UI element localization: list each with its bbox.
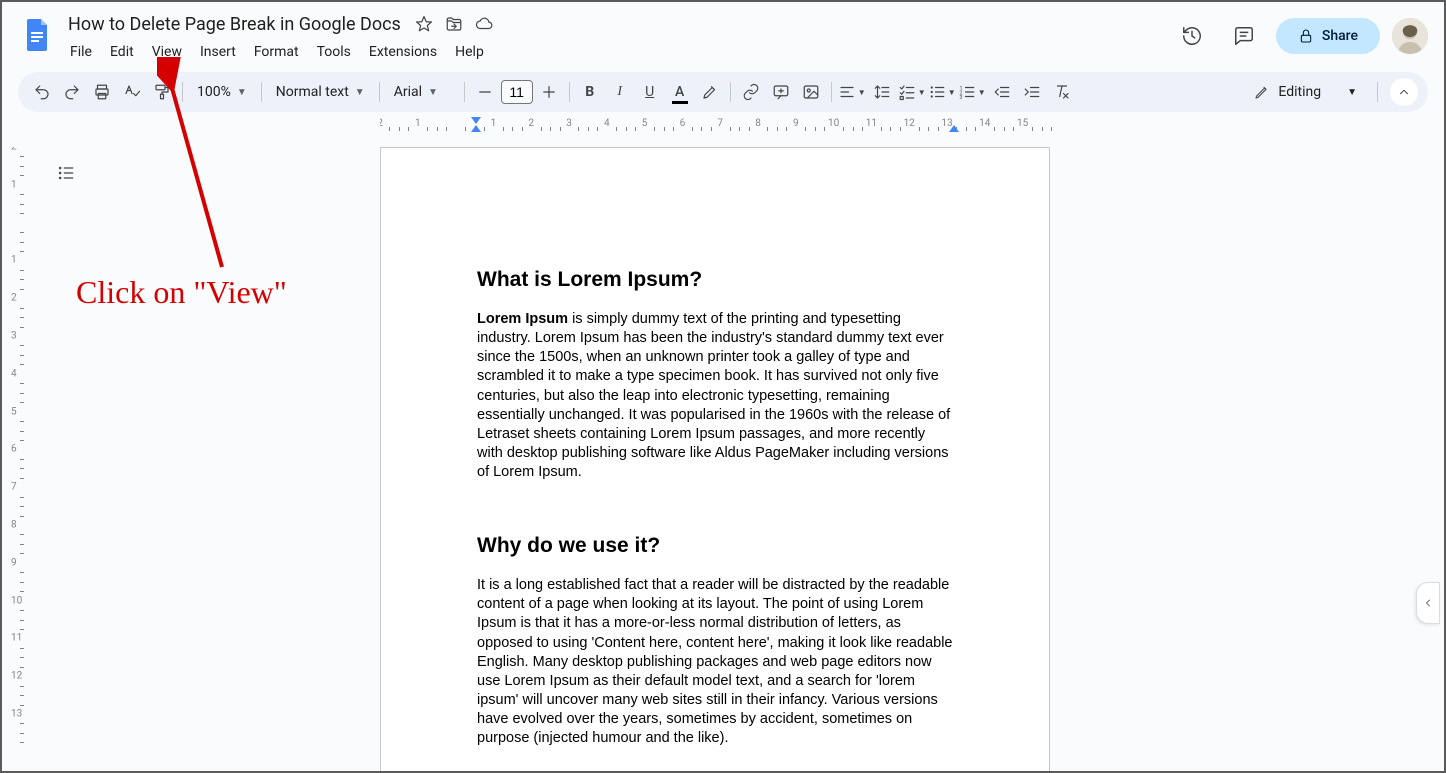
menu-file[interactable]: File [62,40,100,64]
font-size-input[interactable] [501,80,533,104]
annotation-text: Click on "View" [76,274,287,311]
numbered-list-button[interactable]: 123▼ [958,78,986,106]
spellcheck-button[interactable] [118,78,146,106]
highlight-button[interactable] [696,78,724,106]
history-icon[interactable] [1172,16,1212,56]
move-icon[interactable] [445,15,463,33]
zoom-select[interactable]: 100%▼ [189,78,255,106]
document-canvas[interactable]: What is Lorem Ipsum? Lorem Ipsum is simp… [32,137,1444,771]
font-select[interactable]: Arial▼ [386,78,458,106]
align-button[interactable]: ▼ [838,78,866,106]
pencil-icon [1254,84,1270,100]
heading-2[interactable]: Why do we use it? [477,534,953,558]
svg-text:3: 3 [959,95,962,101]
toolbar: 100%▼ Normal text▼ Arial▼ B I U A ▼ ▼ ▼ … [18,72,1428,112]
menu-insert[interactable]: Insert [192,40,244,64]
document-title[interactable]: How to Delete Page Break in Google Docs [62,12,407,37]
collapse-toolbar-button[interactable] [1390,78,1418,106]
lock-icon [1298,28,1314,44]
text-color-button[interactable]: A [666,78,694,106]
redo-button[interactable] [58,78,86,106]
horizontal-ruler[interactable]: 21123456789101112131415 [380,117,1424,137]
docs-logo[interactable] [18,14,58,54]
menu-bar: File Edit View Insert Format Tools Exten… [62,40,1172,64]
checklist-button[interactable]: ▼ [898,78,926,106]
bullet-list-button[interactable]: ▼ [928,78,956,106]
insert-image-button[interactable] [797,78,825,106]
star-icon[interactable] [415,15,433,33]
cloud-status-icon[interactable] [475,15,493,33]
paint-format-button[interactable] [148,78,176,106]
menu-tools[interactable]: Tools [309,40,359,64]
print-button[interactable] [88,78,116,106]
indent-decrease-button[interactable] [988,78,1016,106]
line-spacing-button[interactable] [868,78,896,106]
page[interactable]: What is Lorem Ipsum? Lorem Ipsum is simp… [380,147,1050,771]
share-label: Share [1322,28,1358,44]
comments-icon[interactable] [1224,16,1264,56]
paragraph-2[interactable]: It is a long established fact that a rea… [477,576,953,748]
show-outline-button[interactable] [50,157,82,189]
font-size-increase[interactable] [535,78,563,106]
paragraph-1[interactable]: Lorem Ipsum is simply dummy text of the … [477,310,953,482]
menu-extensions[interactable]: Extensions [361,40,445,64]
heading-1[interactable]: What is Lorem Ipsum? [477,268,953,292]
editing-mode-button[interactable]: Editing ▼ [1240,78,1371,106]
italic-button[interactable]: I [606,78,634,106]
insert-comment-button[interactable] [767,78,795,106]
underline-button[interactable]: U [636,78,664,106]
account-avatar[interactable] [1392,18,1428,54]
vertical-ruler[interactable]: 2112345678910111213 [2,147,32,771]
bold-button[interactable]: B [576,78,604,106]
insert-link-button[interactable] [737,78,765,106]
indent-increase-button[interactable] [1018,78,1046,106]
undo-button[interactable] [28,78,56,106]
paragraph-style-select[interactable]: Normal text▼ [268,78,373,106]
menu-format[interactable]: Format [246,40,307,64]
menu-help[interactable]: Help [447,40,492,64]
menu-edit[interactable]: Edit [102,40,142,64]
side-panel-toggle[interactable] [1416,582,1440,624]
font-size-decrease[interactable] [471,78,499,106]
clear-formatting-button[interactable] [1048,78,1076,106]
share-button[interactable]: Share [1276,18,1380,54]
menu-view[interactable]: View [144,40,190,64]
